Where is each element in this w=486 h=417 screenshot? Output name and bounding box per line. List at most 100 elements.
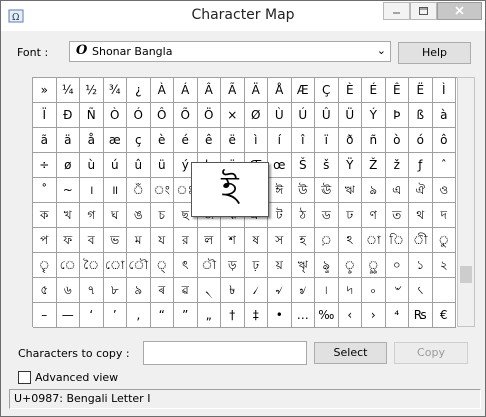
char-cell[interactable]: ৰ — [150, 278, 174, 303]
char-cell[interactable]: Ò — [103, 103, 127, 128]
char-cell[interactable]: Ì — [432, 78, 456, 103]
char-cell[interactable]: এ — [385, 178, 409, 203]
char-cell[interactable]: ে — [56, 253, 80, 278]
char-cell[interactable]: থ — [409, 203, 433, 228]
char-cell[interactable]: ç — [127, 128, 151, 153]
char-cell[interactable]: ⁴ — [385, 303, 409, 328]
char-cell[interactable]: ৣ — [362, 253, 386, 278]
char-cell[interactable]: ৡ — [315, 253, 339, 278]
char-cell[interactable]: — — [56, 303, 80, 328]
char-cell[interactable]: ì — [244, 128, 268, 153]
char-cell[interactable]: ঢ় — [244, 253, 268, 278]
char-cell[interactable]: ô — [432, 128, 456, 153]
char-cell[interactable]: ৌ — [127, 253, 151, 278]
scrollbar-thumb[interactable] — [460, 266, 472, 283]
char-cell[interactable]: • — [268, 303, 292, 328]
char-cell[interactable]: È — [338, 78, 362, 103]
char-cell[interactable]: ঈ — [268, 178, 292, 203]
char-cell[interactable]: ঋ — [338, 178, 362, 203]
char-cell[interactable]: Ç — [315, 78, 339, 103]
close-button[interactable] — [437, 2, 482, 20]
char-cell[interactable]: Æ — [291, 78, 315, 103]
char-cell[interactable]: ড — [315, 203, 339, 228]
char-cell[interactable]: ‘ — [80, 303, 104, 328]
char-cell[interactable]: ৴ — [244, 278, 268, 303]
char-cell[interactable]: ৎ — [174, 253, 198, 278]
select-button[interactable]: Select — [314, 342, 387, 364]
char-cell[interactable]: ø — [56, 153, 80, 178]
char-cell[interactable]: ò — [385, 128, 409, 153]
char-cell[interactable]: শ — [221, 228, 245, 253]
char-cell[interactable]: ব — [80, 228, 104, 253]
char-cell[interactable]: ৬ — [56, 278, 80, 303]
char-cell[interactable]: ¿ — [127, 78, 151, 103]
char-cell[interactable]: Ë — [409, 78, 433, 103]
char-cell[interactable]: ৯ — [127, 278, 151, 303]
char-cell[interactable]: ঠ — [291, 203, 315, 228]
char-cell[interactable]: Ð — [56, 103, 80, 128]
char-cell[interactable]: ০ — [385, 253, 409, 278]
char-cell[interactable]: Å — [268, 78, 292, 103]
char-cell[interactable]: ù — [80, 153, 104, 178]
char-cell[interactable]: ã — [33, 128, 57, 153]
char-cell[interactable]: ü — [150, 153, 174, 178]
char-cell[interactable]: å — [80, 128, 104, 153]
char-cell[interactable]: › — [362, 303, 386, 328]
char-cell[interactable]: Â — [197, 78, 221, 103]
char-cell[interactable]: ৈ — [80, 253, 104, 278]
char-cell[interactable]: দ — [432, 203, 456, 228]
char-cell[interactable]: ৶ — [291, 278, 315, 303]
char-cell[interactable]: উ — [291, 178, 315, 203]
char-cell[interactable]: € — [432, 303, 456, 328]
char-cell[interactable]: ী — [409, 228, 433, 253]
char-cell[interactable]: ä — [56, 128, 80, 153]
char-cell[interactable]: Ù — [268, 103, 292, 128]
chevron-down-icon[interactable]: ⌄ — [377, 44, 386, 57]
char-cell[interactable]: “ — [150, 303, 174, 328]
char-cell[interactable]: Û — [315, 103, 339, 128]
char-cell[interactable]: Š — [291, 153, 315, 178]
char-cell[interactable]: Ô — [150, 103, 174, 128]
char-cell[interactable]: í — [268, 128, 292, 153]
char-cell[interactable]: Ó — [127, 103, 151, 128]
char-cell[interactable]: Þ — [385, 103, 409, 128]
char-cell[interactable]: য় — [268, 253, 292, 278]
char-cell[interactable]: À — [150, 78, 174, 103]
char-cell[interactable]: – — [33, 303, 57, 328]
char-cell[interactable]: û — [127, 153, 151, 178]
char-cell[interactable]: ি — [385, 228, 409, 253]
char-cell[interactable]: া — [362, 228, 386, 253]
char-cell[interactable]: য — [150, 228, 174, 253]
char-cell[interactable]: Ñ — [80, 103, 104, 128]
char-cell[interactable]: ƒ — [409, 153, 433, 178]
char-cell[interactable]: ৄ — [33, 253, 57, 278]
char-cell[interactable]: Ú — [291, 103, 315, 128]
char-cell[interactable]: × — [221, 103, 245, 128]
char-cell[interactable]: ক — [33, 203, 57, 228]
char-cell[interactable]: ‡ — [244, 303, 268, 328]
help-button[interactable]: Help — [398, 42, 471, 64]
maximize-button[interactable] — [410, 2, 437, 20]
char-cell[interactable]: ও — [432, 178, 456, 203]
char-cell[interactable]: „ — [197, 303, 221, 328]
char-cell[interactable]: î — [291, 128, 315, 153]
char-cell[interactable]: Ã — [221, 78, 245, 103]
char-cell[interactable]: ” — [174, 303, 198, 328]
char-cell[interactable]: ল — [197, 228, 221, 253]
char-cell[interactable]: ½ — [80, 78, 104, 103]
char-cell[interactable]: হ — [291, 228, 315, 253]
char-cell[interactable]: Á — [174, 78, 198, 103]
char-cell[interactable]: Ä — [244, 78, 268, 103]
char-cell[interactable]: ž — [385, 153, 409, 178]
char-cell[interactable]: ˆ — [432, 153, 456, 178]
char-cell[interactable]: ৭ — [80, 278, 104, 303]
char-cell[interactable]: ঊ — [315, 178, 339, 203]
char-cell[interactable]: ট — [268, 203, 292, 228]
copy-button[interactable]: Copy — [394, 342, 468, 364]
char-cell[interactable]: ৸ — [338, 278, 362, 303]
char-cell[interactable]: » — [33, 78, 57, 103]
char-cell[interactable]: ং — [150, 178, 174, 203]
char-cell[interactable]: Õ — [174, 103, 198, 128]
char-cell[interactable]: ঢ — [338, 203, 362, 228]
char-cell[interactable]: … — [291, 303, 315, 328]
